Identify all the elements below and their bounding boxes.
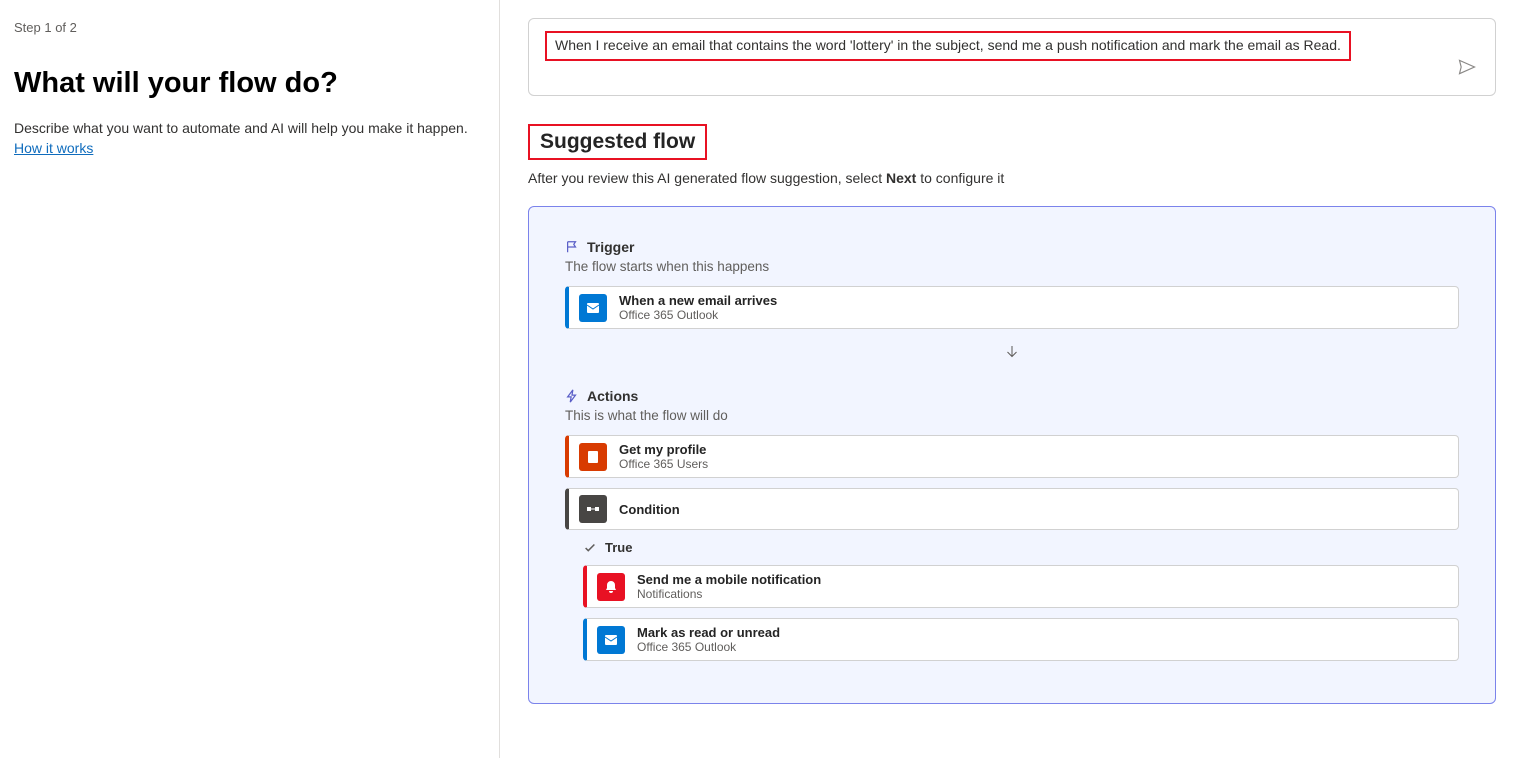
action-step-sub: Office 365 Outlook — [637, 640, 780, 654]
outlook-icon — [597, 626, 625, 654]
branch-label: True — [583, 540, 1459, 555]
suggested-flow-highlight: Suggested flow — [528, 124, 707, 160]
right-pane: When I receive an email that contains th… — [500, 0, 1516, 758]
action-step-condition[interactable]: Condition — [565, 488, 1459, 530]
outlook-icon — [579, 294, 607, 322]
flow-card: Trigger The flow starts when this happen… — [528, 206, 1496, 704]
check-icon — [583, 541, 597, 555]
action-step-sub: Notifications — [637, 587, 821, 601]
suggested-flow-title: Suggested flow — [540, 130, 695, 153]
left-pane: Step 1 of 2 What will your flow do? Desc… — [0, 0, 500, 758]
office-icon — [579, 443, 607, 471]
actions-section-header: Actions — [565, 388, 1459, 404]
trigger-section-header: Trigger — [565, 239, 1459, 255]
send-icon[interactable] — [1457, 57, 1477, 77]
trigger-step-title: When a new email arrives — [619, 293, 777, 308]
prompt-input[interactable]: When I receive an email that contains th… — [528, 18, 1496, 96]
action-step-title: Send me a mobile notification — [637, 572, 821, 587]
action-step-mark-read[interactable]: Mark as read or unread Office 365 Outloo… — [583, 618, 1459, 661]
trigger-label: Trigger — [587, 239, 634, 255]
actions-label: Actions — [587, 388, 638, 404]
trigger-step[interactable]: When a new email arrives Office 365 Outl… — [565, 286, 1459, 329]
action-step-title: Mark as read or unread — [637, 625, 780, 640]
action-step-get-profile[interactable]: Get my profile Office 365 Users — [565, 435, 1459, 478]
condition-icon — [579, 495, 607, 523]
trigger-step-sub: Office 365 Outlook — [619, 308, 777, 322]
how-it-works-link[interactable]: How it works — [14, 140, 93, 156]
action-step-notification[interactable]: Send me a mobile notification Notificati… — [583, 565, 1459, 608]
step-indicator: Step 1 of 2 — [14, 20, 485, 35]
condition-true-branch: True Send me a mobile notification Notif… — [583, 540, 1459, 661]
action-step-title: Get my profile — [619, 442, 708, 457]
action-step-sub: Office 365 Users — [619, 457, 708, 471]
trigger-sub: The flow starts when this happens — [565, 259, 1459, 274]
prompt-text: When I receive an email that contains th… — [555, 37, 1341, 53]
lightning-icon — [565, 389, 579, 403]
page-description: Describe what you want to automate and A… — [14, 120, 485, 136]
actions-sub: This is what the flow will do — [565, 408, 1459, 423]
arrow-down-icon — [565, 343, 1459, 366]
action-step-title: Condition — [619, 502, 680, 517]
bell-icon — [597, 573, 625, 601]
prompt-highlight: When I receive an email that contains th… — [545, 31, 1351, 61]
flag-icon — [565, 240, 579, 254]
suggested-flow-description: After you review this AI generated flow … — [528, 170, 1496, 186]
page-title: What will your flow do? — [14, 67, 485, 100]
